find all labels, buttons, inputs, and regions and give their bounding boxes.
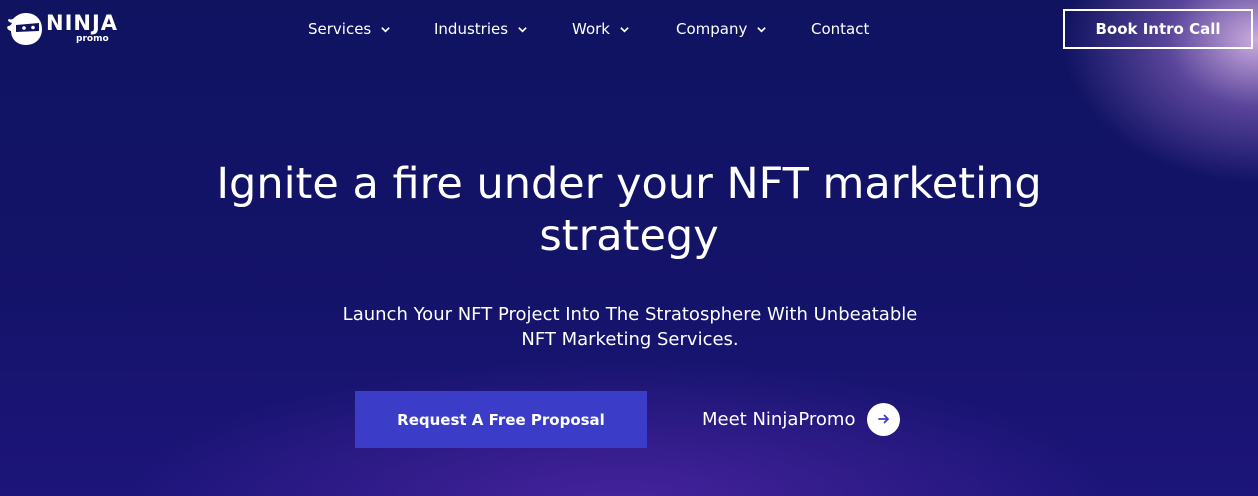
hero-subheadline-line1: Launch Your NFT Project Into The Stratos… bbox=[342, 304, 918, 325]
nav-services[interactable]: Services bbox=[308, 19, 391, 39]
hero-subheadline-line2: NFT Marketing Services. bbox=[521, 329, 739, 350]
nav-industries-label: Industries bbox=[434, 20, 509, 38]
chevron-down-icon bbox=[757, 26, 767, 33]
arrow-right-icon[interactable] bbox=[867, 402, 901, 436]
arrow-right-glyph bbox=[878, 414, 889, 424]
hero-headline: Ignite a fire under your NFT marketing s… bbox=[140, 158, 1118, 262]
book-intro-call-button[interactable]: Book Intro Call bbox=[1063, 9, 1253, 49]
nav-company[interactable]: Company bbox=[676, 19, 767, 39]
chevron-down-icon bbox=[518, 26, 527, 33]
meet-ninjapromo-link[interactable]: Meet NinjaPromo bbox=[702, 402, 901, 436]
nav-industries[interactable]: Industries bbox=[434, 19, 528, 39]
nav-work[interactable]: Work bbox=[572, 19, 630, 39]
brand-name: NINJA bbox=[46, 11, 119, 35]
nav-contact-label: Contact bbox=[811, 20, 870, 38]
nav-contact[interactable]: Contact bbox=[811, 19, 869, 39]
meet-ninjapromo-label: Meet NinjaPromo bbox=[702, 408, 856, 430]
hero-headline-line2: strategy bbox=[539, 211, 719, 261]
chevron-down-icon bbox=[381, 26, 391, 33]
hero-headline-line1: Ignite a fire under your NFT marketing bbox=[216, 159, 1042, 209]
hero-subheadline: Launch Your NFT Project Into The Stratos… bbox=[290, 302, 970, 352]
nav-company-label: Company bbox=[676, 20, 748, 38]
nav-work-label: Work bbox=[572, 20, 610, 38]
ninja-head-icon bbox=[7, 13, 42, 45]
nav-services-label: Services bbox=[308, 20, 372, 38]
brand-tagline: promo bbox=[76, 34, 109, 44]
request-proposal-button[interactable]: Request A Free Proposal bbox=[355, 391, 647, 448]
ninjapromo-logo[interactable]: NINJA promo bbox=[6, 9, 119, 49]
chevron-down-icon bbox=[620, 26, 629, 33]
